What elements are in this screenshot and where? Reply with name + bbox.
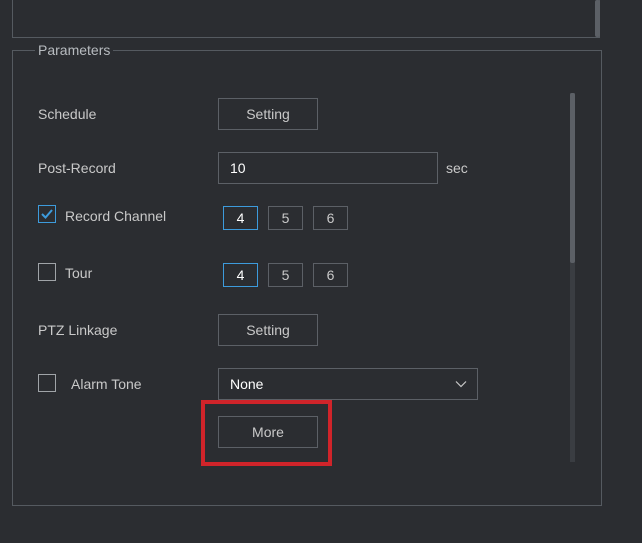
record-channel-5[interactable]: 5 <box>268 206 303 230</box>
record-channel-label: Record Channel <box>65 208 167 224</box>
parameters-scrollbar-thumb[interactable] <box>570 93 575 263</box>
post-record-label: Post-Record <box>38 160 116 176</box>
tour-channel-5[interactable]: 5 <box>268 263 303 287</box>
post-record-input[interactable] <box>218 152 438 184</box>
schedule-label: Schedule <box>38 106 97 122</box>
tour-channel-4[interactable]: 4 <box>223 263 258 287</box>
ptz-linkage-setting-button[interactable]: Setting <box>218 314 318 346</box>
chevron-down-icon <box>455 381 467 388</box>
record-channel-4[interactable]: 4 <box>223 206 258 230</box>
ptz-linkage-label: PTZ Linkage <box>38 322 118 338</box>
record-channel-6[interactable]: 6 <box>313 206 348 230</box>
parameters-legend: Parameters <box>35 42 114 58</box>
previous-section-frame <box>12 0 600 38</box>
alarm-tone-selected-value: None <box>230 376 264 392</box>
previous-section-scrollbar[interactable] <box>595 0 600 37</box>
tour-channel-6[interactable]: 6 <box>313 263 348 287</box>
checkmark-icon <box>41 209 53 219</box>
alarm-tone-label: Alarm Tone <box>71 376 142 392</box>
record-channel-checkbox[interactable] <box>38 205 56 223</box>
alarm-tone-checkbox[interactable] <box>38 374 56 392</box>
tour-label: Tour <box>65 265 93 281</box>
alarm-tone-select[interactable]: None <box>218 368 478 400</box>
tour-checkbox[interactable] <box>38 263 56 281</box>
schedule-setting-button[interactable]: Setting <box>218 98 318 130</box>
post-record-unit: sec <box>446 160 468 176</box>
more-button-highlight <box>201 400 332 466</box>
